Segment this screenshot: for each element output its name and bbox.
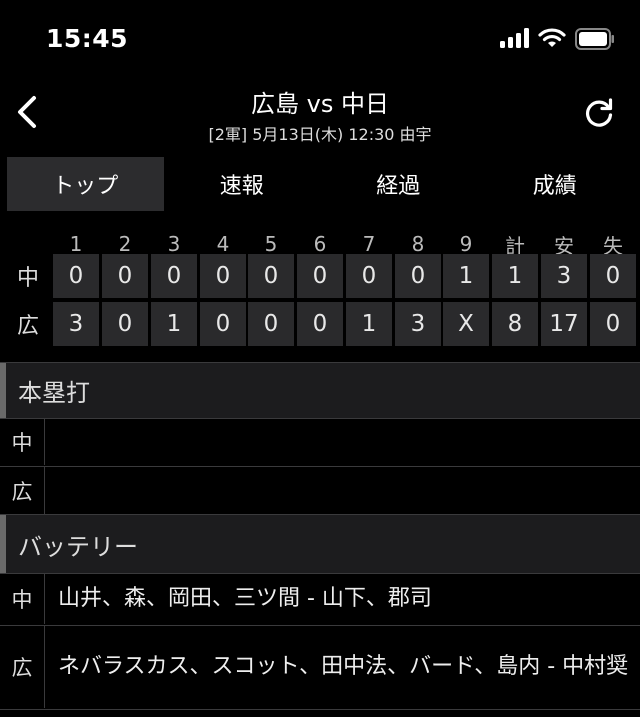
score-cell: 1 [151, 302, 197, 346]
wifi-icon [538, 28, 566, 47]
status-bar: 15:45 [0, 0, 640, 80]
score-cell: 0 [151, 254, 197, 298]
hits-cell: 3 [541, 254, 587, 298]
score-cell: 0 [346, 254, 392, 298]
score-cell: 0 [53, 254, 99, 298]
home-run-row: 中 [0, 419, 640, 465]
tab-progress[interactable]: 経過 [320, 157, 477, 211]
total-runs-cell: 1 [492, 254, 538, 298]
battery-row: 広 ネバラスカス、スコット、田中法、バード、島内 - 中村奨 [0, 626, 640, 708]
score-cell: 3 [53, 302, 99, 346]
team-label: 広 [0, 626, 45, 708]
section-battery: バッテリー [0, 515, 640, 573]
tab-top[interactable]: トップ [7, 157, 164, 211]
score-cell: 0 [200, 302, 246, 346]
divider [0, 709, 640, 710]
home-run-value [58, 419, 634, 465]
tab-stats[interactable]: 成績 [477, 157, 634, 211]
team-label: 中 [0, 574, 45, 624]
scoreboard-row-hiroshima: 広 3 0 1 0 0 0 1 3 X 8 17 0 [0, 302, 640, 346]
game-info: [2軍] 5月13日(木) 12:30 由宇 [208, 125, 432, 144]
status-time: 15:45 [46, 24, 129, 53]
battery-value: ネバラスカス、スコット、田中法、バード、島内 - 中村奨 [58, 654, 629, 679]
team-label: 中 [0, 419, 45, 465]
battery-icon [575, 28, 614, 50]
signal-icon [500, 28, 529, 48]
errors-cell: 0 [590, 254, 636, 298]
score-cell: 0 [297, 254, 343, 298]
battery-value: 山井、森、岡田、三ツ間 - 山下、郡司 [58, 586, 432, 611]
score-cell: 0 [248, 254, 294, 298]
score-cell: 0 [102, 254, 148, 298]
score-cell: 0 [395, 254, 441, 298]
total-runs-cell: 8 [492, 302, 538, 346]
team-label: 広 [0, 467, 45, 514]
score-cell: 0 [248, 302, 294, 346]
battery-row: 中 山井、森、岡田、三ツ間 - 山下、郡司 [0, 574, 640, 624]
score-cell: 0 [297, 302, 343, 346]
score-cell: 1 [443, 254, 489, 298]
home-run-row: 広 [0, 467, 640, 514]
home-run-value [58, 467, 634, 514]
tab-bar: トップ 速報 経過 成績 [7, 157, 633, 211]
hits-cell: 17 [541, 302, 587, 346]
score-cell: 3 [395, 302, 441, 346]
score-cell: X [443, 302, 489, 346]
team-label: 広 [16, 314, 39, 339]
refresh-icon[interactable] [582, 96, 616, 130]
score-cell: 1 [346, 302, 392, 346]
team-label: 中 [16, 266, 39, 291]
score-cell: 0 [200, 254, 246, 298]
section-home-runs: 本塁打 [0, 363, 640, 418]
score-cell: 0 [102, 302, 148, 346]
tab-live[interactable]: 速報 [164, 157, 321, 211]
errors-cell: 0 [590, 302, 636, 346]
page-title: 広島 vs 中日 [251, 90, 389, 118]
scoreboard-row-chunichi: 中 0 0 0 0 0 0 0 0 1 1 3 0 [0, 254, 640, 298]
